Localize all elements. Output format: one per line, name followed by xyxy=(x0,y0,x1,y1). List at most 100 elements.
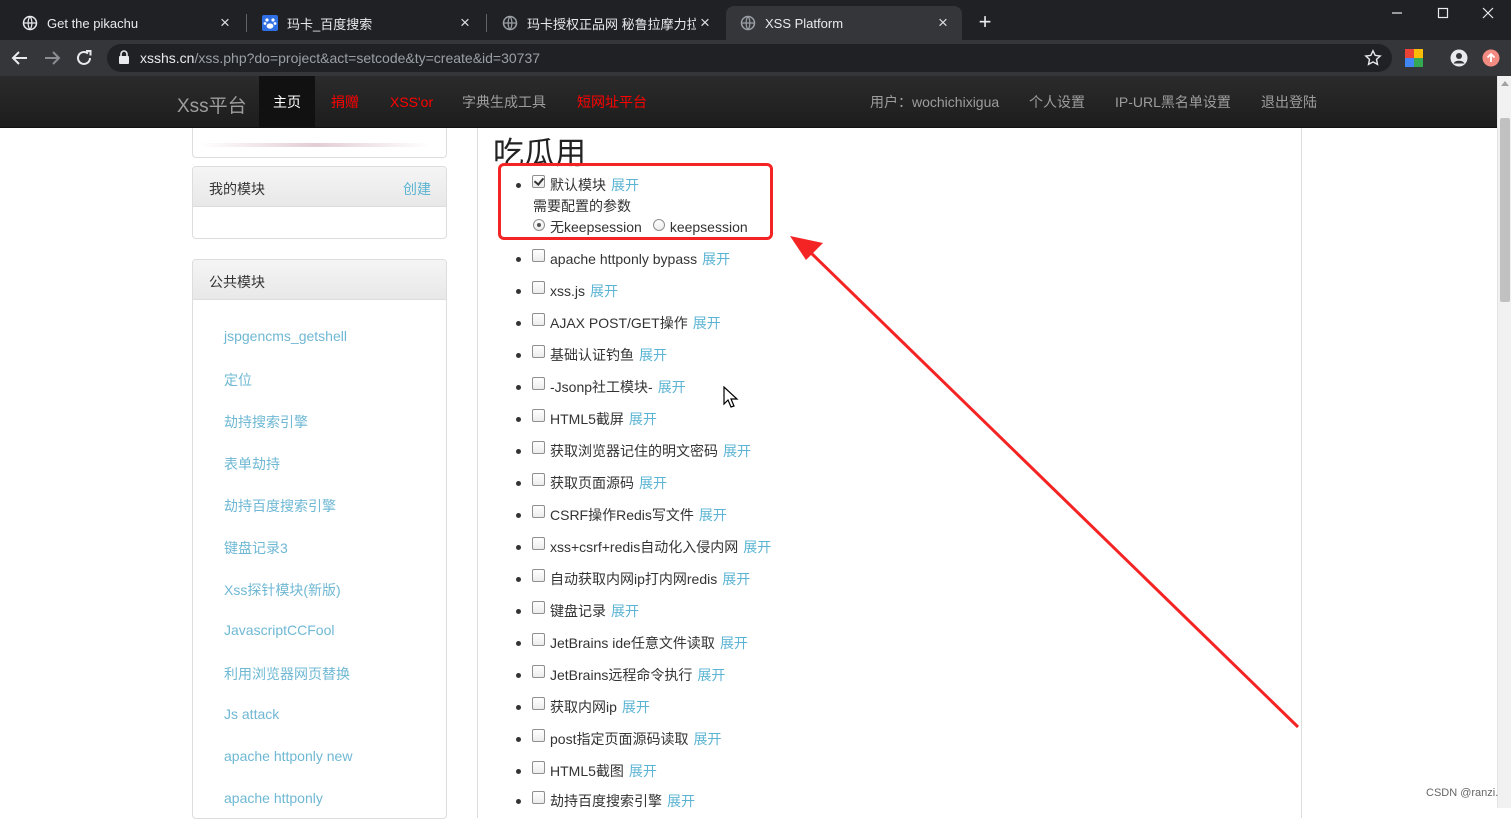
module-name: CSRF操作Redis写文件 xyxy=(550,507,694,523)
expand-link[interactable]: 展开 xyxy=(743,537,771,557)
close-icon[interactable]: × xyxy=(696,13,714,32)
site-brand[interactable]: Xss平台 xyxy=(177,91,247,118)
public-module-link[interactable]: Js attack xyxy=(224,706,279,722)
tab-separator xyxy=(246,14,247,32)
public-module-link[interactable]: 劫持搜索引擎 xyxy=(224,412,308,432)
nav-item-home[interactable]: 主页 xyxy=(259,76,315,128)
browser-tab-4-active[interactable]: XSS Platform × xyxy=(726,6,962,40)
public-module-link[interactable]: 键盘记录3 xyxy=(224,538,288,558)
module-name: HTML5截图 xyxy=(550,763,624,779)
module-item: 键盘记录 展开 xyxy=(516,600,639,621)
public-modules-panel: 公共模块 jspgencms_getshell 定位 劫持搜索引擎 表单劫持 劫… xyxy=(192,259,447,819)
module-checkbox[interactable] xyxy=(532,536,545,550)
nav-item-short-url[interactable]: 短网址平台 xyxy=(577,76,647,128)
nav-item-donate[interactable]: 捐赠 xyxy=(331,76,359,128)
module-checkbox[interactable] xyxy=(532,408,545,422)
list-bullet xyxy=(516,576,521,582)
browser-tab-3[interactable]: 玛卡授权正品网 秘鲁拉摩力拉玛 × xyxy=(488,6,724,40)
nav-item-logout[interactable]: 退出登陆 xyxy=(1261,76,1317,128)
public-module-link[interactable]: apache httponly new xyxy=(224,748,352,764)
module-checkbox[interactable] xyxy=(532,312,545,326)
nav-item-settings[interactable]: 个人设置 xyxy=(1029,76,1085,128)
nav-item-dictionary-tool[interactable]: 字典生成工具 xyxy=(462,76,546,128)
expand-link[interactable]: 展开 xyxy=(693,729,721,749)
expand-link[interactable]: 展开 xyxy=(611,601,639,621)
browser-tab-2[interactable]: 玛卡_百度搜索 × xyxy=(248,6,484,40)
expand-link[interactable]: 展开 xyxy=(720,633,748,653)
browser-toolbar: xsshs.cn/xss.php?do=project&act=setcode&… xyxy=(0,40,1511,76)
create-module-link[interactable]: 创建 xyxy=(403,179,431,199)
scroll-up-arrow[interactable] xyxy=(1501,81,1509,86)
module-checkbox[interactable] xyxy=(532,472,545,486)
expand-link[interactable]: 展开 xyxy=(639,473,667,493)
expand-link[interactable]: 展开 xyxy=(629,409,657,429)
expand-link[interactable]: 展开 xyxy=(658,377,686,397)
module-checkbox[interactable] xyxy=(532,376,545,390)
expand-link[interactable]: 展开 xyxy=(722,569,750,589)
module-checkbox[interactable] xyxy=(532,280,545,294)
public-module-link[interactable]: Xss探针模块(新版) xyxy=(224,580,341,600)
module-item: AJAX POST/GET操作 展开 xyxy=(516,312,721,333)
bookmark-star-icon[interactable] xyxy=(1364,49,1382,67)
expand-link[interactable]: 展开 xyxy=(702,249,730,269)
module-checkbox[interactable] xyxy=(532,728,545,742)
update-icon[interactable] xyxy=(1482,49,1500,67)
module-checkbox[interactable] xyxy=(532,568,545,582)
expand-link[interactable]: 展开 xyxy=(639,345,667,365)
back-button[interactable] xyxy=(8,47,32,69)
list-bullet xyxy=(516,320,521,326)
close-icon[interactable]: × xyxy=(934,13,952,32)
close-window-button[interactable] xyxy=(1465,0,1511,26)
expand-link[interactable]: 展开 xyxy=(629,761,657,781)
list-bullet xyxy=(516,640,521,646)
page-scrollbar[interactable] xyxy=(1497,76,1511,808)
baidu-paw-icon xyxy=(262,15,278,31)
public-module-link[interactable]: 利用浏览器网页替换 xyxy=(224,664,350,684)
nav-item-xssor[interactable]: XSS'or xyxy=(390,76,433,128)
expand-link[interactable]: 展开 xyxy=(723,441,751,461)
expand-link[interactable]: 展开 xyxy=(667,791,695,811)
module-name: HTML5截屏 xyxy=(550,411,624,427)
module-checkbox[interactable] xyxy=(532,664,545,678)
profile-avatar-icon[interactable] xyxy=(1450,49,1468,67)
extension-icon[interactable] xyxy=(1405,49,1423,67)
mouse-cursor-icon xyxy=(723,386,739,408)
minimize-button[interactable] xyxy=(1374,0,1420,26)
public-module-link[interactable]: jspgencms_getshell xyxy=(224,328,347,344)
module-checkbox[interactable] xyxy=(532,344,545,358)
scrollbar-thumb[interactable] xyxy=(1500,118,1510,302)
maximize-button[interactable] xyxy=(1420,0,1466,26)
module-checkbox[interactable] xyxy=(532,632,545,646)
close-icon[interactable]: × xyxy=(456,13,474,32)
expand-link[interactable]: 展开 xyxy=(699,505,727,525)
expand-link[interactable]: 展开 xyxy=(697,665,725,685)
module-checkbox[interactable] xyxy=(532,504,545,518)
module-checkbox[interactable] xyxy=(532,600,545,614)
reload-button[interactable] xyxy=(72,47,96,69)
nav-item-blacklist[interactable]: IP-URL黑名单设置 xyxy=(1115,76,1231,128)
public-module-link[interactable]: JavascriptCCFool xyxy=(224,622,334,638)
expand-link[interactable]: 展开 xyxy=(590,281,618,301)
module-name: 键盘记录 xyxy=(550,603,606,619)
expand-link[interactable]: 展开 xyxy=(693,313,721,333)
module-item: apache httponly bypass 展开 xyxy=(516,248,730,269)
module-name: 自动获取内网ip打内网redis xyxy=(550,571,718,587)
close-icon[interactable]: × xyxy=(216,13,234,32)
module-checkbox[interactable] xyxy=(532,248,545,262)
module-checkbox[interactable] xyxy=(532,760,545,774)
public-module-link[interactable]: apache httponly xyxy=(224,790,323,806)
browser-tab-1[interactable]: Get the pikachu × xyxy=(8,6,244,40)
public-module-link[interactable]: 表单劫持 xyxy=(224,454,280,474)
module-checkbox[interactable] xyxy=(532,696,545,710)
globe-icon xyxy=(502,15,518,31)
public-module-link[interactable]: 定位 xyxy=(224,370,252,390)
module-name: xss+csrf+redis自动化入侵内网 xyxy=(550,539,739,555)
public-module-link[interactable]: 劫持百度搜索引擎 xyxy=(224,496,336,516)
address-bar[interactable]: xsshs.cn/xss.php?do=project&act=setcode&… xyxy=(107,44,1392,72)
new-tab-button[interactable]: + xyxy=(975,11,995,33)
minimize-icon xyxy=(1392,12,1402,14)
module-checkbox[interactable] xyxy=(532,790,545,804)
module-checkbox[interactable] xyxy=(532,440,545,454)
expand-link[interactable]: 展开 xyxy=(622,697,650,717)
forward-button[interactable] xyxy=(40,47,64,69)
